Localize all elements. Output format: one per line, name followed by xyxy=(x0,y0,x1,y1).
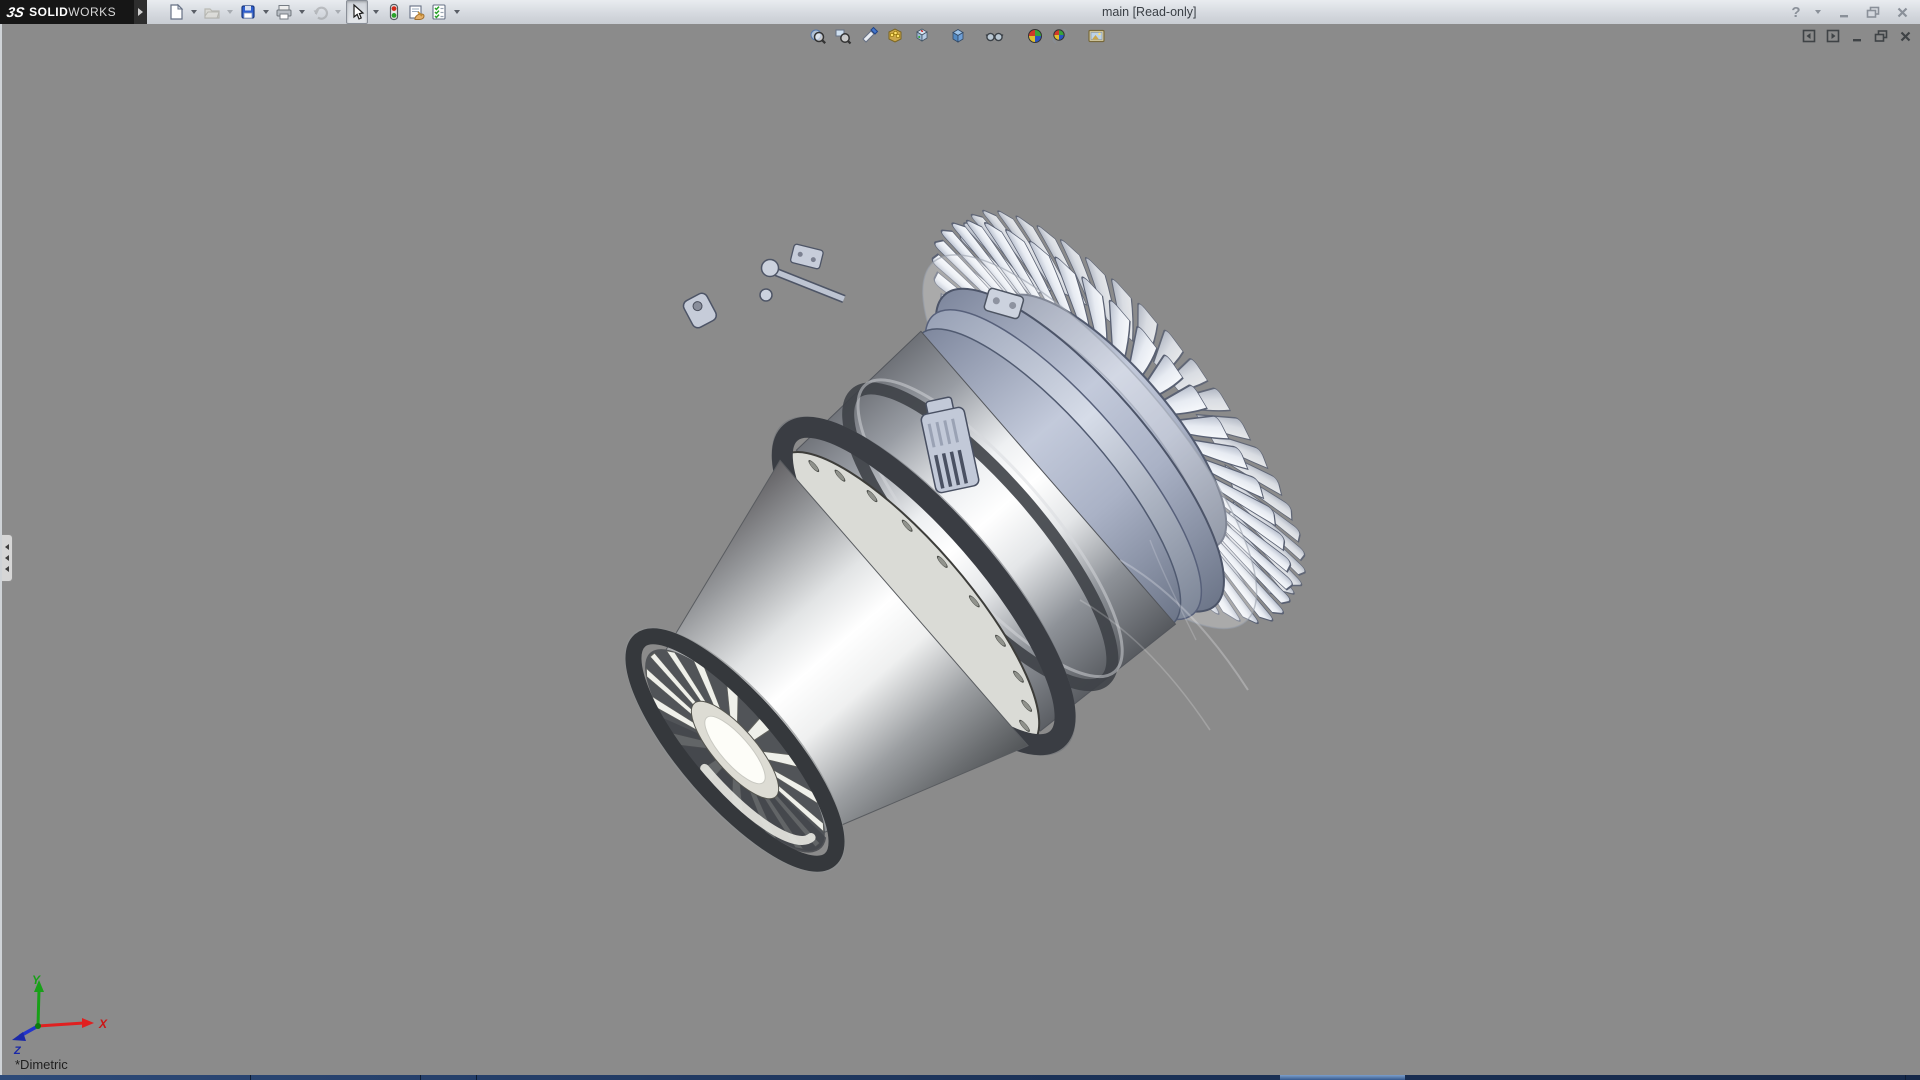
show-pane-left-button[interactable] xyxy=(1802,29,1816,43)
open-folder-icon xyxy=(203,3,221,21)
doc-minimize-icon xyxy=(1851,29,1864,43)
pane-right-icon xyxy=(1826,29,1840,43)
undo-button[interactable] xyxy=(310,1,330,23)
view-orientation-icon xyxy=(913,27,931,45)
doc-minimize-button[interactable] xyxy=(1850,29,1864,43)
pane-left-icon xyxy=(1802,29,1816,43)
titlebar: 3S SOLIDWORKS xyxy=(0,0,1920,25)
file-properties-icon xyxy=(407,3,426,21)
taskbar-highlight xyxy=(1280,1075,1405,1080)
section-view-button[interactable] xyxy=(860,26,879,45)
view-orientation-button[interactable] xyxy=(912,26,931,45)
collapse-arrow-icon xyxy=(5,544,9,550)
solidworks-window: 3S SOLIDWORKS xyxy=(0,0,1920,1080)
hide-show-items-button[interactable] xyxy=(985,26,1004,45)
file-properties-button[interactable] xyxy=(406,1,427,23)
eyeglasses-icon xyxy=(985,27,1004,45)
engine-assembly xyxy=(525,162,1358,980)
window-title: main [Read-only] xyxy=(1102,5,1197,19)
save-button[interactable] xyxy=(238,1,258,23)
open-dropdown-arrow[interactable] xyxy=(224,1,235,23)
save-floppy-icon xyxy=(239,3,257,21)
traffic-light-icon xyxy=(385,3,403,21)
help-dropdown-arrow[interactable] xyxy=(1815,2,1825,22)
expand-arrow-icon xyxy=(138,8,143,16)
display-style-button[interactable] xyxy=(948,26,967,45)
print-button[interactable] xyxy=(274,1,294,23)
orientation-triad: Y X Z xyxy=(2,972,132,1058)
taskbar-separator xyxy=(1905,1075,1906,1080)
select-dropdown-arrow[interactable] xyxy=(370,1,381,23)
previous-view-icon xyxy=(886,27,904,45)
minimize-icon xyxy=(1838,6,1851,19)
doc-restore-icon xyxy=(1874,29,1888,43)
graphics-area[interactable]: Y X Z *Dimetric xyxy=(0,24,1920,1075)
doc-close-button[interactable] xyxy=(1898,29,1912,43)
select-cursor-icon xyxy=(348,3,366,21)
print-icon xyxy=(275,3,293,21)
view-settings-icon xyxy=(1087,27,1106,45)
close-icon xyxy=(1896,6,1909,19)
help-button[interactable]: ? xyxy=(1786,2,1806,22)
options-checklist-icon xyxy=(430,3,448,21)
undo-dropdown-arrow[interactable] xyxy=(332,1,343,23)
save-dropdown-arrow[interactable] xyxy=(260,1,271,23)
doc-restore-button[interactable] xyxy=(1874,29,1888,43)
new-document-button[interactable] xyxy=(166,1,186,23)
taskbar-separator xyxy=(476,1075,477,1080)
close-button[interactable] xyxy=(1892,2,1912,22)
apply-scene-button[interactable] xyxy=(1050,26,1069,45)
new-document-icon xyxy=(167,3,185,21)
zoom-to-area-button[interactable] xyxy=(833,26,852,45)
logo-text-works: WORKS xyxy=(68,5,116,19)
document-window-controls xyxy=(1802,29,1912,43)
rebuild-button[interactable] xyxy=(384,1,404,23)
ds-logo-icon: 3S xyxy=(5,4,26,20)
restore-button[interactable] xyxy=(1863,2,1883,22)
engine-model-3d[interactable] xyxy=(2,24,1920,1075)
edit-appearance-button[interactable] xyxy=(1025,26,1044,45)
zoom-to-fit-button[interactable] xyxy=(808,26,827,45)
undo-arrow-icon xyxy=(311,3,329,21)
taskbar-edge[interactable] xyxy=(0,1075,1920,1080)
appearance-ball-icon xyxy=(1026,27,1044,45)
x-axis-label: X xyxy=(98,1017,108,1031)
headsup-view-toolbar xyxy=(808,26,1106,45)
new-dropdown-arrow[interactable] xyxy=(188,1,199,23)
collapse-arrow-icon xyxy=(5,555,9,561)
apply-scene-icon xyxy=(1051,27,1069,45)
view-settings-button[interactable] xyxy=(1087,26,1106,45)
zoom-to-fit-icon xyxy=(809,27,827,45)
show-pane-right-button[interactable] xyxy=(1826,29,1840,43)
display-style-icon xyxy=(949,27,967,45)
taskbar-separator xyxy=(250,1075,251,1080)
select-tool-button[interactable] xyxy=(346,0,368,24)
collapse-arrow-icon xyxy=(5,566,9,572)
solidworks-logo: 3S SOLIDWORKS xyxy=(0,0,134,24)
y-axis-label: Y xyxy=(32,973,41,987)
section-view-icon xyxy=(861,27,879,45)
previous-view-button[interactable] xyxy=(885,26,904,45)
window-controls: ? xyxy=(1786,0,1912,24)
feature-panel-collapse-tab[interactable] xyxy=(2,534,13,582)
taskbar-separator xyxy=(420,1075,421,1080)
standard-toolbar xyxy=(166,1,465,23)
view-orientation-label: *Dimetric xyxy=(15,1057,68,1072)
logo-text-solid: SOLID xyxy=(29,5,68,19)
menu-expand-button[interactable] xyxy=(134,0,147,24)
open-button[interactable] xyxy=(202,1,222,23)
zoom-to-area-icon xyxy=(834,27,852,45)
restore-icon xyxy=(1866,6,1880,19)
minimize-button[interactable] xyxy=(1834,2,1854,22)
z-axis-label: Z xyxy=(13,1045,22,1057)
options-button[interactable] xyxy=(429,1,449,23)
options-dropdown-arrow[interactable] xyxy=(451,1,462,23)
doc-close-icon xyxy=(1899,29,1912,43)
print-dropdown-arrow[interactable] xyxy=(296,1,307,23)
